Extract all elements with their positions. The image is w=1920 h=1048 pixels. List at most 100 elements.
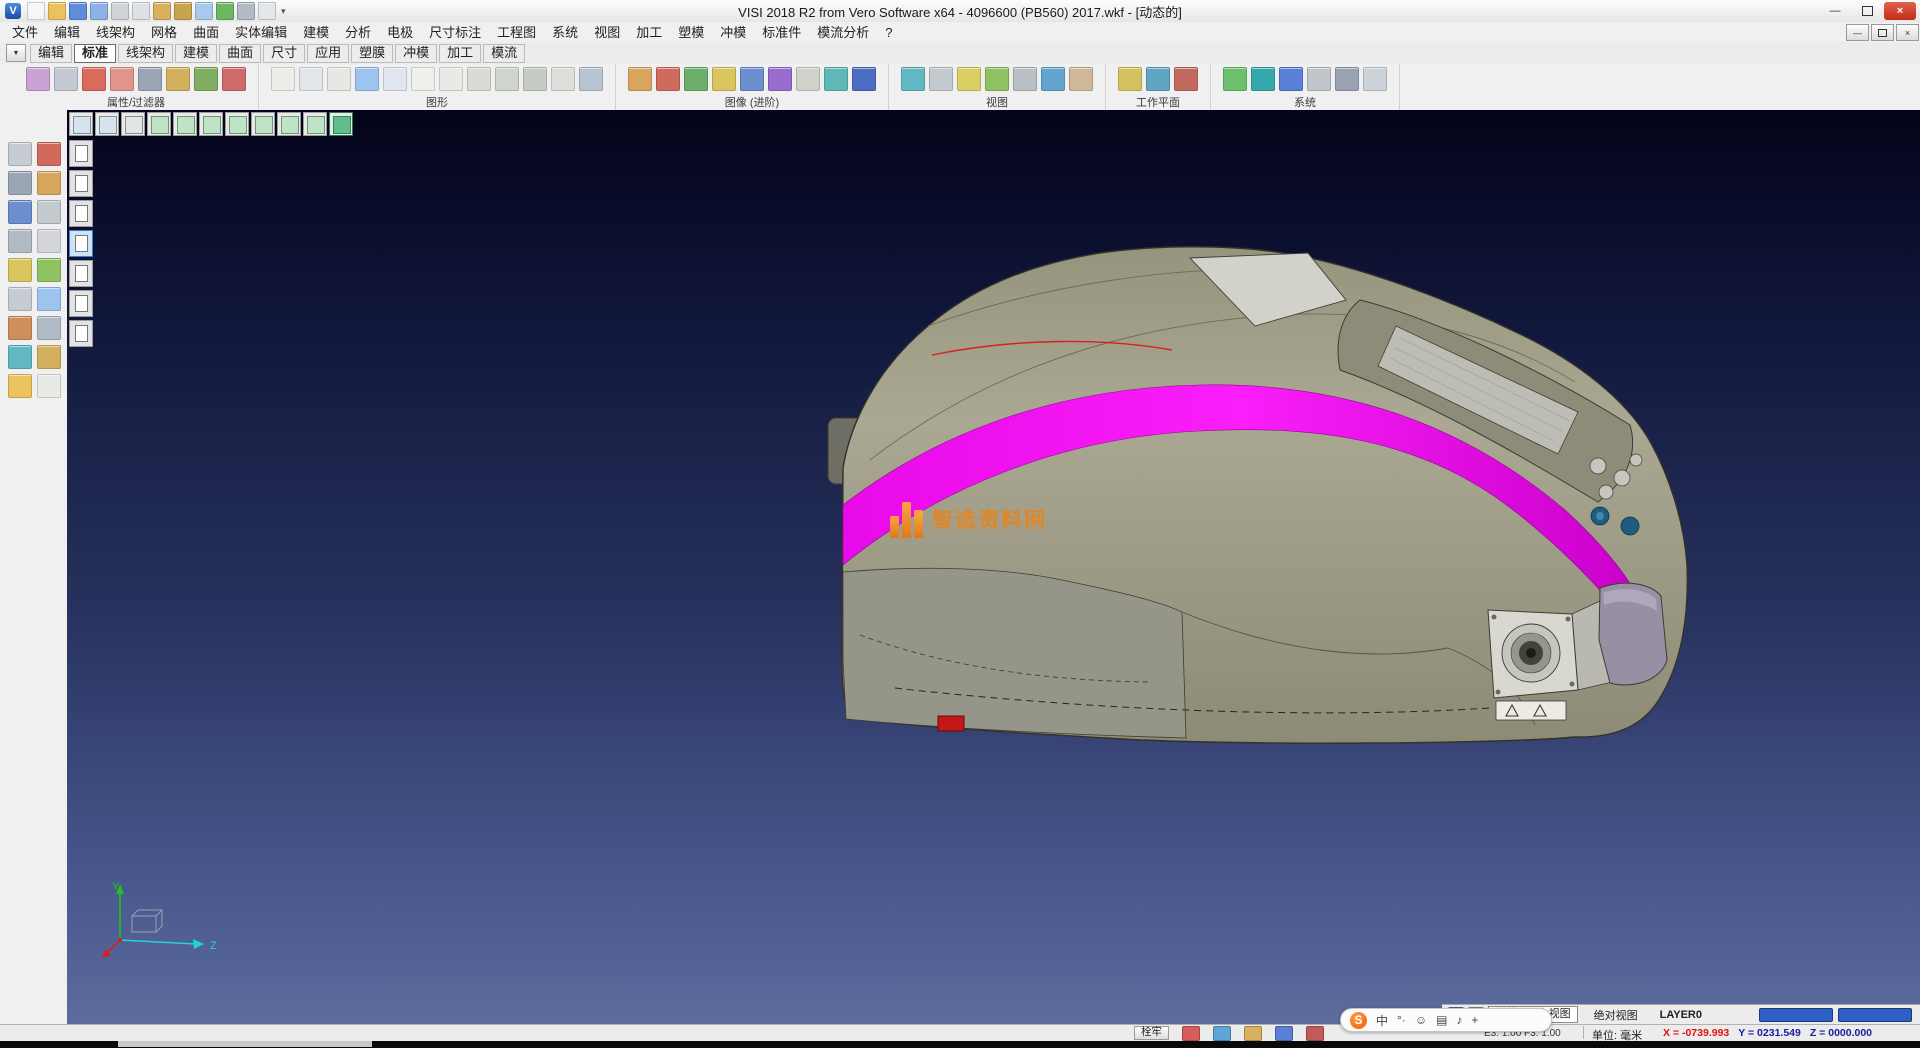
pan-icon[interactable] [1013, 67, 1037, 91]
open-file-icon[interactable] [48, 2, 66, 20]
workplane-entity-icon[interactable] [1174, 67, 1198, 91]
active-layer-label[interactable]: LAYER0 [1660, 1009, 1702, 1021]
advanced-render-icon[interactable] [852, 67, 876, 91]
reflection-icon[interactable] [824, 67, 848, 91]
menu-item[interactable]: 尺寸标注 [421, 23, 489, 42]
zoom-all-icon[interactable] [901, 67, 925, 91]
preview-icon[interactable] [132, 2, 150, 20]
viewport-select-icon[interactable] [121, 112, 145, 136]
view-cube-iso-icon[interactable] [147, 112, 171, 136]
view-cube-bottom-icon[interactable] [303, 112, 327, 136]
notes-icon[interactable] [37, 374, 61, 398]
snap-indicator-icon[interactable] [1182, 1026, 1200, 1041]
measure-tool-icon[interactable] [8, 200, 32, 224]
view-cube-left-icon[interactable] [277, 112, 301, 136]
move-tool-icon[interactable] [8, 229, 32, 253]
viewport-split-icon[interactable] [95, 112, 119, 136]
menu-item[interactable]: 模流分析 [809, 23, 877, 42]
link-attributes-icon[interactable] [138, 67, 162, 91]
analyze-tool-icon[interactable] [8, 345, 32, 369]
snap-grid-icon[interactable] [8, 171, 32, 195]
trim-tool-icon[interactable] [37, 142, 61, 166]
render-stop-icon[interactable] [656, 67, 680, 91]
tab-die[interactable]: 冲模 [395, 44, 437, 63]
render-go-icon[interactable] [684, 67, 708, 91]
saved-view-slot-4[interactable] [69, 230, 93, 257]
menu-item[interactable]: 系统 [544, 23, 586, 42]
previous-view-icon[interactable] [1041, 67, 1065, 91]
menu-item[interactable]: 实体编辑 [227, 23, 295, 42]
tab-moldflow[interactable]: 模流 [483, 44, 525, 63]
profile-icon[interactable] [1244, 1026, 1262, 1041]
saved-view-slot-1[interactable] [69, 140, 93, 167]
ime-keyboard[interactable]: ▤ [1436, 1013, 1447, 1027]
help-icon[interactable] [258, 2, 276, 20]
workplane-standard-icon[interactable] [1118, 67, 1142, 91]
tab-dropdown[interactable]: ▼ [6, 44, 26, 62]
menu-item[interactable]: 编辑 [46, 23, 88, 42]
info-tool-icon[interactable] [37, 345, 61, 369]
shaded-view-icon[interactable] [271, 67, 295, 91]
zoom-in-icon[interactable] [957, 67, 981, 91]
taskbar-segment[interactable] [118, 1041, 372, 1047]
minimize-button[interactable]: — [1820, 2, 1850, 20]
purge-icon[interactable] [222, 67, 246, 91]
view-cube-dimetric-icon[interactable] [329, 112, 353, 136]
tab-dimension[interactable]: 尺寸 [263, 44, 305, 63]
viewport-layout-icon[interactable] [69, 112, 93, 136]
redo-icon[interactable] [174, 2, 192, 20]
menu-item[interactable]: 线架构 [88, 23, 143, 42]
texture-icon[interactable] [712, 67, 736, 91]
settings-icon[interactable] [237, 2, 255, 20]
ime-logo-icon[interactable]: S [1350, 1012, 1367, 1029]
filter-elements-icon[interactable] [82, 67, 106, 91]
window-system-icon[interactable] [1279, 67, 1303, 91]
refresh-view-icon[interactable] [579, 67, 603, 91]
wireframe-view-icon[interactable] [299, 67, 323, 91]
save-icon[interactable] [69, 2, 87, 20]
filter-remove-icon[interactable] [110, 67, 134, 91]
menu-item[interactable]: 电极 [379, 23, 421, 42]
menu-item[interactable]: 标准件 [754, 23, 809, 42]
view-cube-back-icon[interactable] [251, 112, 275, 136]
save-all-icon[interactable] [90, 2, 108, 20]
section-view-icon[interactable] [467, 67, 491, 91]
environment-icon[interactable] [796, 67, 820, 91]
menu-item[interactable]: 工程图 [489, 23, 544, 42]
hidden-line-icon[interactable] [327, 67, 351, 91]
draft-view-icon[interactable] [439, 67, 463, 91]
scale-tool-icon[interactable] [37, 258, 61, 282]
mdi-close-button[interactable]: × [1896, 24, 1919, 41]
tab-edit[interactable]: 编辑 [30, 44, 72, 63]
print-icon[interactable] [111, 2, 129, 20]
saved-view-slot-2[interactable] [69, 170, 93, 197]
view-cube-front-icon[interactable] [199, 112, 223, 136]
red-switch[interactable] [938, 716, 964, 731]
menu-item[interactable]: 冲模 [712, 23, 754, 42]
menu-item[interactable]: 塑模 [670, 23, 712, 42]
print-graphics-icon[interactable] [54, 67, 78, 91]
mdi-minimize-button[interactable]: — [1846, 24, 1869, 41]
world-cs-icon[interactable] [1213, 1026, 1231, 1041]
tab-mold-film[interactable]: 塑膜 [351, 44, 393, 63]
globe-icon[interactable] [1251, 67, 1275, 91]
maximize-button[interactable] [1852, 2, 1882, 20]
delete-tool-icon[interactable] [8, 316, 32, 340]
shaded-edges-icon[interactable] [355, 67, 379, 91]
saved-view-slot-3[interactable] [69, 200, 93, 227]
ime-emoji[interactable]: ☺ [1415, 1013, 1427, 1027]
workplane-view-icon[interactable] [1146, 67, 1170, 91]
edit-tool-icon[interactable] [37, 200, 61, 224]
new-file-icon[interactable] [27, 2, 45, 20]
attributes-icon[interactable] [26, 67, 50, 91]
mirror-tool-icon[interactable] [8, 258, 32, 282]
mdi-restore-button[interactable] [1871, 24, 1894, 41]
layer-tool-icon[interactable] [37, 316, 61, 340]
named-view-icon[interactable] [1069, 67, 1093, 91]
menu-item[interactable]: 视图 [586, 23, 628, 42]
menu-item[interactable]: 加工 [628, 23, 670, 42]
edge-display-icon[interactable] [551, 67, 575, 91]
help-indicator-icon[interactable] [1275, 1026, 1293, 1041]
dynamic-rotate-icon[interactable] [985, 67, 1009, 91]
zoom-window-icon[interactable] [929, 67, 953, 91]
